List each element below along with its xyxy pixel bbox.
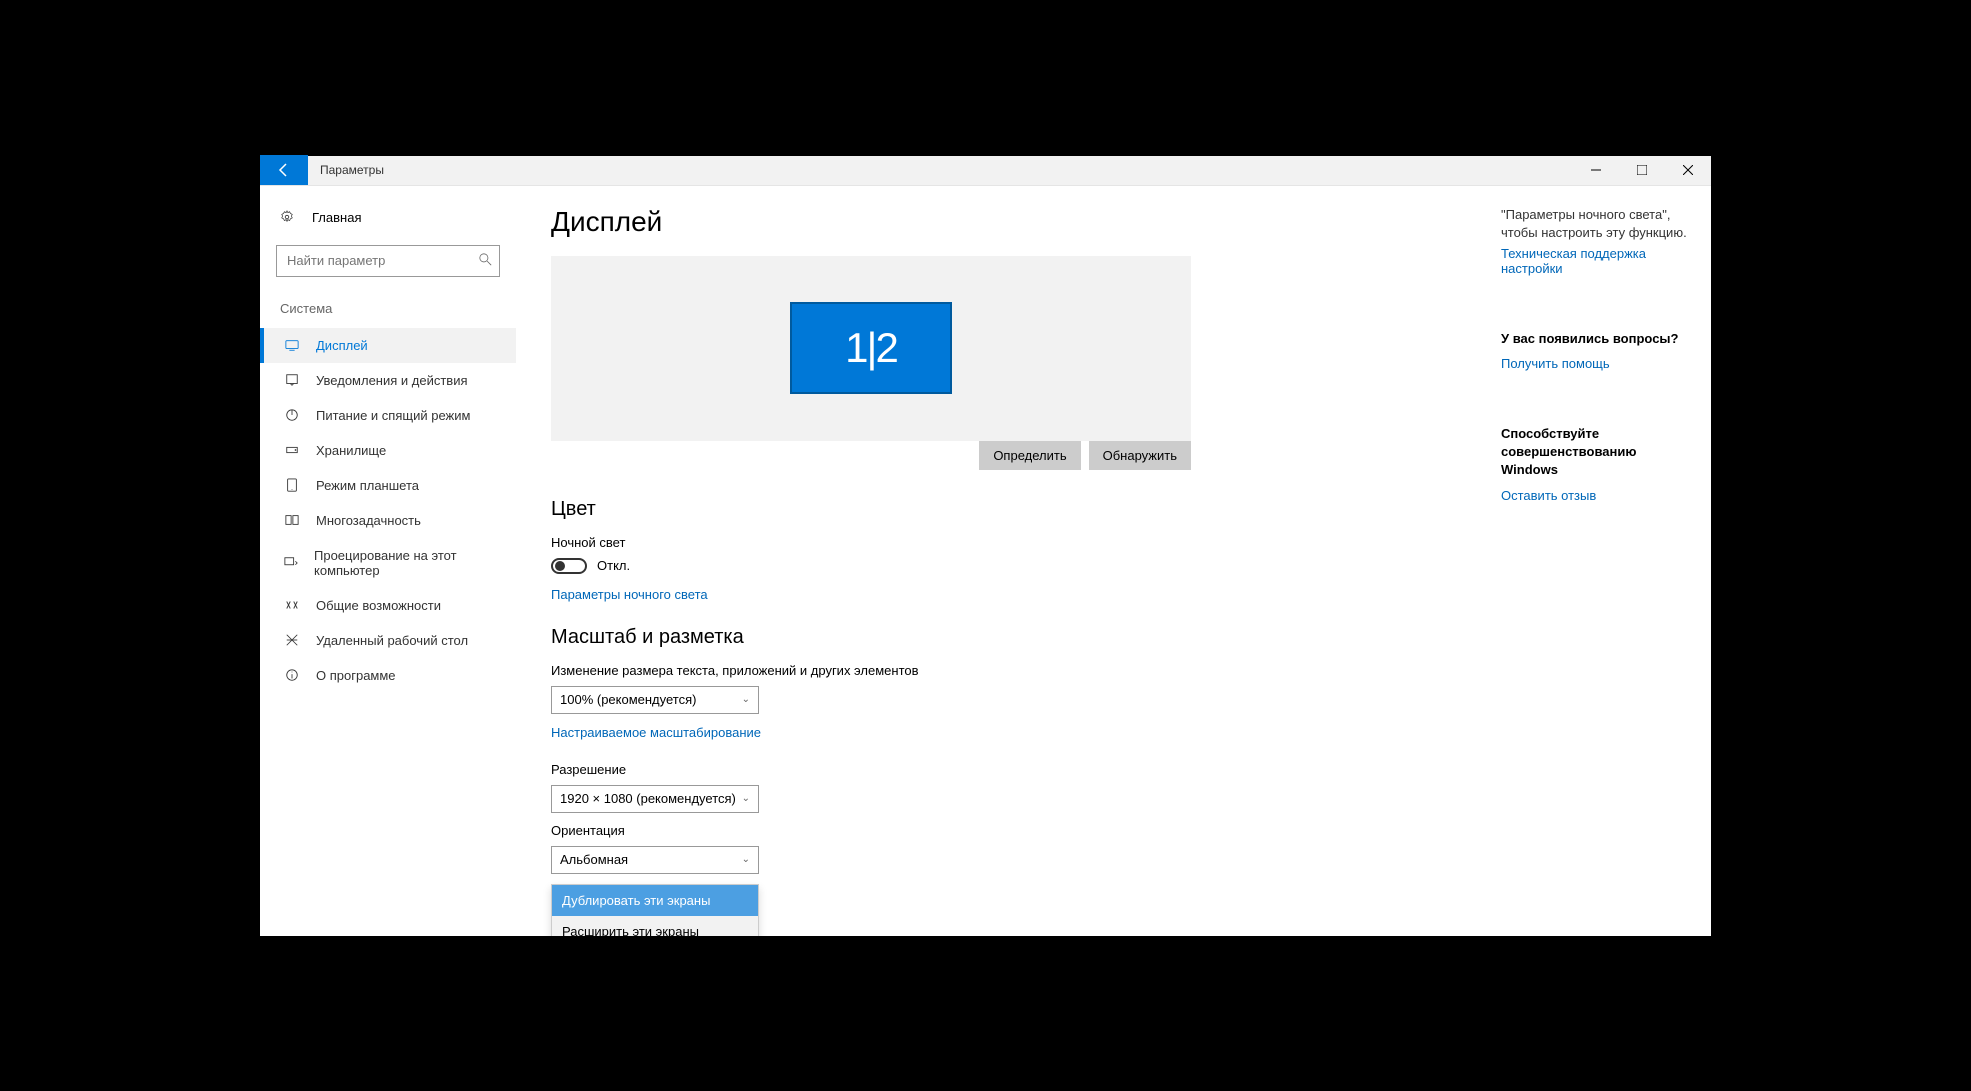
- main-content: Дисплей 1|2 Определить Обнаружить Цвет Н…: [516, 186, 1501, 936]
- search-icon: [479, 253, 492, 269]
- nightlight-state: Откл.: [597, 558, 630, 573]
- nav-projecting[interactable]: Проецирование на этот компьютер: [260, 538, 516, 588]
- nightlight-label: Ночной свет: [551, 535, 1466, 550]
- nav-label: Питание и спящий режим: [316, 408, 470, 423]
- resolution-dropdown[interactable]: 1920 × 1080 (рекомендуется) ⌄: [551, 785, 759, 813]
- help-feedback-title: Способствуйте совершенствованию Windows: [1501, 425, 1691, 480]
- help-panel: "Параметры ночного света", чтобы настрои…: [1501, 186, 1711, 936]
- monitor-tile[interactable]: 1|2: [790, 302, 952, 394]
- monitor-label: 1|2: [845, 324, 897, 372]
- nav-remote[interactable]: Удаленный рабочий стол: [260, 623, 516, 658]
- nav-label: Общие возможности: [316, 598, 441, 613]
- projecting-icon: [284, 556, 298, 570]
- close-icon: [1683, 165, 1693, 175]
- nav-display[interactable]: Дисплей: [260, 328, 516, 363]
- home-label: Главная: [312, 210, 361, 225]
- nav-power[interactable]: Питание и спящий режим: [260, 398, 516, 433]
- color-heading: Цвет: [551, 498, 1466, 521]
- remote-icon: [284, 633, 300, 647]
- help-feedback-block: Способствуйте совершенствованию Windows …: [1501, 425, 1691, 521]
- custom-scale-link[interactable]: Настраиваемое масштабирование: [551, 725, 761, 740]
- close-button[interactable]: [1665, 155, 1711, 185]
- nav-label: Удаленный рабочий стол: [316, 633, 468, 648]
- feedback-link[interactable]: Оставить отзыв: [1501, 488, 1596, 503]
- chevron-down-icon: ⌄: [742, 694, 750, 705]
- search-input[interactable]: [276, 245, 500, 277]
- nightlight-toggle[interactable]: [551, 558, 587, 574]
- maximize-button[interactable]: [1619, 155, 1665, 185]
- minimize-icon: [1591, 165, 1601, 175]
- scale-heading: Масштаб и разметка: [551, 626, 1466, 649]
- help-nightlight-text: "Параметры ночного света", чтобы настрои…: [1501, 206, 1691, 242]
- get-help-link[interactable]: Получить помощь: [1501, 356, 1610, 371]
- chevron-down-icon: ⌄: [742, 854, 750, 865]
- display-buttons-row: Определить Обнаружить: [551, 441, 1191, 470]
- nav-notifications[interactable]: Уведомления и действия: [260, 363, 516, 398]
- scale-value: 100% (рекомендуется): [560, 692, 696, 707]
- dropdown-option-extend[interactable]: Расширить эти экраны: [552, 916, 758, 936]
- chevron-down-icon: ⌄: [742, 793, 750, 804]
- shared-icon: [284, 598, 300, 612]
- nav-about[interactable]: О программе: [260, 658, 516, 693]
- settings-window: Параметры Главная Система: [260, 156, 1711, 936]
- orientation-dropdown[interactable]: Альбомная ⌄: [551, 846, 759, 874]
- display-arrangement[interactable]: 1|2: [551, 256, 1191, 441]
- titlebar: Параметры: [260, 156, 1711, 186]
- nav-label: Многозадачность: [316, 513, 421, 528]
- nav-storage[interactable]: Хранилище: [260, 433, 516, 468]
- identify-button[interactable]: Определить: [979, 441, 1080, 470]
- minimize-button[interactable]: [1573, 155, 1619, 185]
- tablet-icon: [284, 478, 300, 492]
- dropdown-option-duplicate[interactable]: Дублировать эти экраны: [552, 885, 758, 916]
- window-title: Параметры: [320, 163, 384, 177]
- info-icon: [284, 668, 300, 682]
- storage-icon: [284, 443, 300, 457]
- orientation-value: Альбомная: [560, 852, 628, 867]
- help-nightlight-block: "Параметры ночного света", чтобы настрои…: [1501, 206, 1691, 294]
- resolution-label: Разрешение: [551, 762, 1466, 777]
- home-link[interactable]: Главная: [260, 202, 516, 233]
- detect-button[interactable]: Обнаружить: [1089, 441, 1191, 470]
- help-questions-block: У вас появились вопросы? Получить помощь: [1501, 330, 1691, 389]
- window-controls: [1573, 155, 1711, 185]
- scale-dropdown[interactable]: 100% (рекомендуется) ⌄: [551, 686, 759, 714]
- search-box: [276, 245, 500, 277]
- help-questions-title: У вас появились вопросы?: [1501, 330, 1691, 348]
- nav-multitasking[interactable]: Многозадачность: [260, 503, 516, 538]
- display-icon: [284, 338, 300, 352]
- back-button[interactable]: [260, 155, 308, 185]
- sidebar: Главная Система Дисплей Уведомления и де…: [260, 186, 516, 936]
- orientation-label: Ориентация: [551, 823, 1466, 838]
- arrow-left-icon: [276, 162, 292, 178]
- nightlight-settings-link[interactable]: Параметры ночного света: [551, 587, 708, 602]
- nav-label: Дисплей: [316, 338, 368, 353]
- nav-label: Проецирование на этот компьютер: [314, 548, 496, 578]
- maximize-icon: [1637, 165, 1647, 175]
- page-title: Дисплей: [551, 206, 1466, 238]
- nav-label: Режим планшета: [316, 478, 419, 493]
- nav-label: О программе: [316, 668, 396, 683]
- nav-shared[interactable]: Общие возможности: [260, 588, 516, 623]
- help-nightlight-link[interactable]: Техническая поддержка настройки: [1501, 246, 1691, 276]
- multitasking-icon: [284, 513, 300, 527]
- nav-label: Уведомления и действия: [316, 373, 468, 388]
- nav-tablet[interactable]: Режим планшета: [260, 468, 516, 503]
- scale-label: Изменение размера текста, приложений и д…: [551, 663, 1466, 678]
- section-label: Система: [260, 297, 516, 328]
- multiple-displays-dropdown-list: Дублировать эти экраны Расширить эти экр…: [551, 884, 759, 936]
- nightlight-toggle-row: Откл.: [551, 558, 1466, 574]
- power-icon: [284, 408, 300, 422]
- window-body: Главная Система Дисплей Уведомления и де…: [260, 186, 1711, 936]
- nav-label: Хранилище: [316, 443, 386, 458]
- resolution-value: 1920 × 1080 (рекомендуется): [560, 791, 736, 806]
- notifications-icon: [284, 373, 300, 387]
- gear-icon: [280, 210, 296, 224]
